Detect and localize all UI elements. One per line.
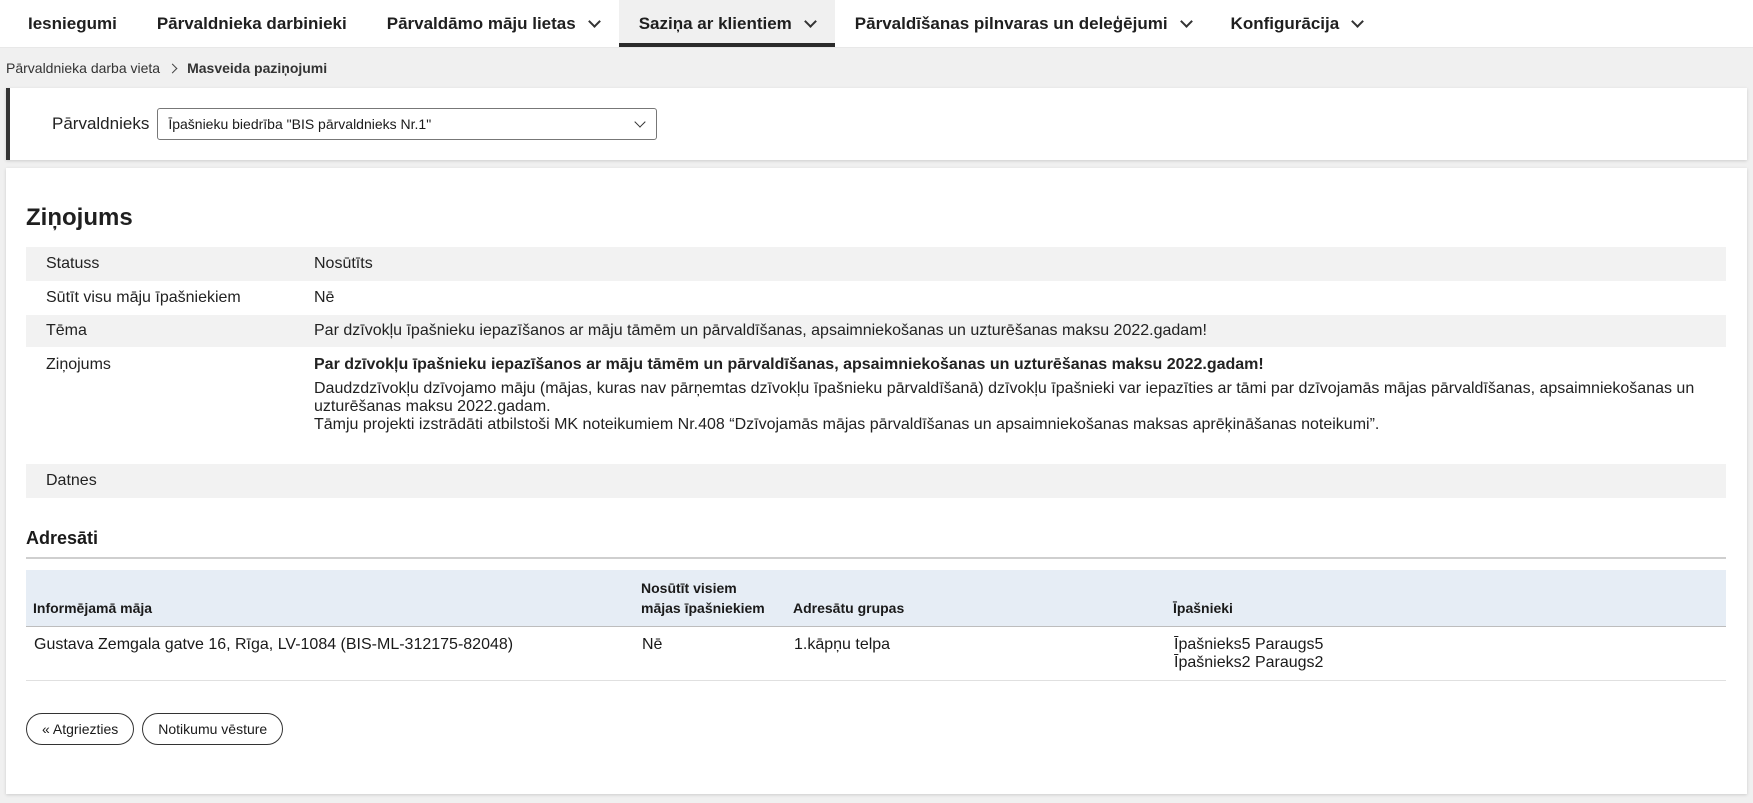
nav-item-sazina[interactable]: Saziņa ar klientiem xyxy=(618,0,835,47)
chevron-down-icon xyxy=(587,14,601,28)
detail-key: Statuss xyxy=(46,255,100,272)
column-header-send-all: Nosūtīt visiem mājas īpašniekiem xyxy=(634,570,786,627)
table-row: Gustava Zemgala gatve 16, Rīga, LV-1084 … xyxy=(26,626,1726,681)
table-header-row: Informējamā māja Nosūtīt visiem mājas īp… xyxy=(26,570,1726,627)
action-buttons: « Atgriezties Notikumu vēsture xyxy=(26,713,1727,745)
chevron-down-icon xyxy=(1351,14,1365,28)
message-details: Statuss Nosūtīts Sūtīt visu māju īpašnie… xyxy=(26,247,1726,498)
manager-select-value: Īpašnieku biedrība "BIS pārvaldnieks Nr.… xyxy=(168,116,432,132)
breadcrumb: Pārvaldnieka darba vieta Masveida paziņo… xyxy=(0,48,1753,88)
column-header-owners: Īpašnieki xyxy=(1166,570,1726,627)
breadcrumb-link-workplace[interactable]: Pārvaldnieka darba vieta xyxy=(6,60,160,76)
message-paragraph: Daudzdzīvokļu dzīvojamo māju (mājas, kur… xyxy=(314,380,1695,415)
manager-selector-bar: Pārvaldnieks Īpašnieku biedrība "BIS pār… xyxy=(6,88,1747,160)
owner-name: Īpašnieks2 Paraugs2 xyxy=(1174,654,1324,671)
detail-key: Datnes xyxy=(46,472,97,489)
recipients-title: Adresāti xyxy=(26,528,1726,559)
cell-groups: 1.kāpņu telpa xyxy=(786,626,1166,681)
theme-value: Par dzīvokļu īpašnieku iepazīšanos ar mā… xyxy=(314,322,1207,339)
nav-item-maju-lietas[interactable]: Pārvaldāmo māju lietas xyxy=(367,0,619,47)
detail-row-files: Datnes xyxy=(26,464,1726,498)
message-body: Par dzīvokļu īpašnieku iepazīšanos ar mā… xyxy=(314,356,1726,464)
detail-row-send-all: Sūtīt visu māju īpašniekiem Nē xyxy=(26,281,1726,315)
nav-item-pilnvaras[interactable]: Pārvaldīšanas pilnvaras un deleģējumi xyxy=(835,0,1211,47)
message-heading: Par dzīvokļu īpašnieku iepazīšanos ar mā… xyxy=(314,356,1264,373)
cell-owners: Īpašnieks5 Paraugs5 Īpašnieks2 Paraugs2 xyxy=(1166,626,1726,681)
recipients-table: Informējamā māja Nosūtīt visiem mājas īp… xyxy=(26,570,1726,681)
nav-item-konfiguracija[interactable]: Konfigurācija xyxy=(1211,0,1383,47)
owner-name: Īpašnieks5 Paraugs5 xyxy=(1174,636,1324,653)
nav-item-label: Iesniegumi xyxy=(28,13,117,33)
detail-key: Sūtīt visu māju īpašniekiem xyxy=(46,289,241,306)
detail-key: Tēma xyxy=(46,322,87,339)
message-paragraph: Tāmju projekti izstrādāti atbilstoši MK … xyxy=(314,416,1380,433)
message-card: Ziņojums Statuss Nosūtīts Sūtīt visu māj… xyxy=(6,168,1747,794)
detail-row-message: Ziņojums Par dzīvokļu īpašnieku iepazīša… xyxy=(26,347,1726,464)
cell-house: Gustava Zemgala gatve 16, Rīga, LV-1084 … xyxy=(26,626,634,681)
nav-item-label: Pārvaldnieka darbinieki xyxy=(156,13,347,33)
detail-key: Ziņojums xyxy=(46,356,111,373)
nav-item-label: Konfigurācija xyxy=(1230,13,1340,33)
nav-item-darbinieki[interactable]: Pārvaldnieka darbinieki xyxy=(137,0,367,47)
detail-row-status: Statuss Nosūtīts xyxy=(26,247,1726,281)
nav-item-label: Pārvaldīšanas pilnvaras un deleģējumi xyxy=(854,13,1168,33)
chevron-down-icon xyxy=(634,116,646,128)
column-header-house: Informējamā māja xyxy=(26,570,634,627)
send-all-value: Nē xyxy=(314,289,335,306)
manager-label: Pārvaldnieks xyxy=(52,114,150,133)
back-button[interactable]: « Atgriezties xyxy=(26,713,135,745)
page-title: Ziņojums xyxy=(26,204,133,231)
manager-select[interactable]: Īpašnieku biedrība "BIS pārvaldnieks Nr.… xyxy=(157,108,658,140)
breadcrumb-current: Masveida paziņojumi xyxy=(187,60,328,76)
chevron-down-icon xyxy=(803,14,817,28)
column-header-groups: Adresātu grupas xyxy=(786,570,1166,627)
event-history-button[interactable]: Notikumu vēsture xyxy=(142,713,284,745)
detail-row-theme: Tēma Par dzīvokļu īpašnieku iepazīšanos … xyxy=(26,315,1726,347)
nav-item-iesniegumi[interactable]: Iesniegumi xyxy=(8,0,137,47)
cell-send-all: Nē xyxy=(634,626,786,681)
chevron-down-icon xyxy=(1179,14,1193,28)
nav-item-label: Pārvaldāmo māju lietas xyxy=(386,13,576,33)
chevron-right-icon xyxy=(167,63,178,73)
status-value: Nosūtīts xyxy=(314,255,373,272)
nav-item-label: Saziņa ar klientiem xyxy=(638,13,792,33)
top-navigation: Iesniegumi Pārvaldnieka darbinieki Pārva… xyxy=(0,0,1753,48)
